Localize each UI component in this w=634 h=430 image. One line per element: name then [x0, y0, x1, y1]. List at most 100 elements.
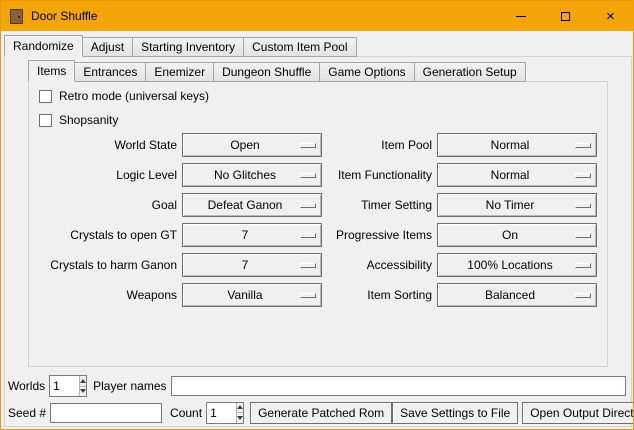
crystals-gt-dropdown[interactable]: 7	[182, 223, 322, 247]
timer-setting-label: Timer Setting	[331, 193, 432, 217]
seed-input[interactable]	[50, 403, 162, 423]
crystals-gt-label: Crystals to open GT	[31, 223, 177, 247]
item-sorting-dropdown[interactable]: Balanced	[437, 283, 597, 307]
weapons-label: Weapons	[31, 283, 177, 307]
dropdown-indicator-icon	[300, 293, 316, 298]
close-icon: ×	[606, 9, 615, 24]
minimize-button[interactable]	[498, 1, 543, 31]
logic-level-label: Logic Level	[31, 163, 177, 187]
crystals-ganon-label: Crystals to harm Ganon	[31, 253, 177, 277]
dropdown-indicator-icon	[575, 233, 591, 238]
inner-tab-bar: Items Entrances Enemizer Dungeon Shuffle…	[28, 60, 526, 82]
spin-down-icon[interactable]	[237, 412, 243, 423]
tab-label: Enemizer	[154, 65, 205, 79]
player-names-input[interactable]	[171, 376, 627, 396]
dropdown-value: No Timer	[486, 198, 549, 212]
dropdown-indicator-icon	[300, 263, 316, 268]
dropdown-indicator-icon	[300, 233, 316, 238]
weapons-dropdown[interactable]: Vanilla	[182, 283, 322, 307]
worlds-label: Worlds	[8, 379, 45, 393]
count-label: Count	[170, 406, 202, 420]
right-option-column: Item Pool Normal Item Functionality Norm…	[331, 133, 597, 307]
tab-label: Randomize	[13, 39, 74, 53]
accessibility-dropdown[interactable]: 100% Locations	[437, 253, 597, 277]
tab-label: Entrances	[83, 65, 137, 79]
dropdown-indicator-icon	[575, 263, 591, 268]
dropdown-value: Balanced	[485, 288, 549, 302]
tab-label: Game Options	[328, 65, 405, 79]
tab-adjust[interactable]: Adjust	[82, 37, 133, 57]
tab-enemizer[interactable]: Enemizer	[145, 62, 214, 82]
item-functionality-label: Item Functionality	[331, 163, 432, 187]
dropdown-indicator-icon	[575, 173, 591, 178]
dropdown-indicator-icon	[300, 203, 316, 208]
tab-generation-setup[interactable]: Generation Setup	[414, 62, 526, 82]
spin-up-icon[interactable]	[237, 403, 243, 413]
tab-label: Generation Setup	[423, 65, 517, 79]
world-state-dropdown[interactable]: Open	[182, 133, 322, 157]
count-input[interactable]	[207, 403, 236, 423]
spinner-buttons	[79, 376, 86, 396]
open-output-directory-button[interactable]: Open Output Directory	[522, 402, 634, 424]
dropdown-value: On	[502, 228, 532, 242]
goal-label: Goal	[31, 193, 177, 217]
spinner-buttons	[236, 403, 243, 423]
shopsanity-label: Shopsanity	[59, 113, 118, 127]
retro-mode-checkbox[interactable]	[39, 90, 52, 103]
dropdown-value: 7	[242, 228, 263, 242]
tab-entrances[interactable]: Entrances	[74, 62, 146, 82]
dropdown-indicator-icon	[575, 293, 591, 298]
player-names-label: Player names	[93, 379, 166, 393]
tab-label: Custom Item Pool	[252, 40, 347, 54]
tab-label: Starting Inventory	[141, 40, 235, 54]
item-pool-dropdown[interactable]: Normal	[437, 133, 597, 157]
maximize-icon	[561, 12, 570, 21]
save-settings-button[interactable]: Save Settings to File	[392, 402, 518, 424]
dropdown-indicator-icon	[300, 143, 316, 148]
dropdown-value: 7	[242, 258, 263, 272]
worlds-row: Worlds Player names	[8, 375, 626, 397]
dropdown-value: No Glitches	[214, 168, 290, 182]
generate-patched-rom-button[interactable]: Generate Patched Rom	[250, 402, 392, 424]
crystals-ganon-dropdown[interactable]: 7	[182, 253, 322, 277]
item-sorting-label: Item Sorting	[331, 283, 432, 307]
dropdown-value: 100% Locations	[467, 258, 566, 272]
goal-dropdown[interactable]: Defeat Ganon	[182, 193, 322, 217]
retro-mode-label: Retro mode (universal keys)	[59, 89, 209, 103]
dropdown-indicator-icon	[300, 173, 316, 178]
app-icon	[10, 9, 23, 24]
worlds-spinner	[49, 375, 87, 397]
worlds-input[interactable]	[50, 376, 79, 396]
item-functionality-dropdown[interactable]: Normal	[437, 163, 597, 187]
tab-randomize[interactable]: Randomize	[4, 35, 83, 57]
tab-game-options[interactable]: Game Options	[319, 62, 414, 82]
progressive-items-dropdown[interactable]: On	[437, 223, 597, 247]
dropdown-value: Open	[230, 138, 273, 152]
maximize-button[interactable]	[543, 1, 588, 31]
spin-up-icon[interactable]	[80, 376, 86, 386]
dropdown-value: Defeat Ganon	[208, 198, 297, 212]
count-spinner	[206, 402, 244, 424]
left-option-column: World State Open Logic Level No Glitches…	[31, 133, 322, 307]
progressive-items-label: Progressive Items	[331, 223, 432, 247]
accessibility-label: Accessibility	[331, 253, 432, 277]
tab-dungeon-shuffle[interactable]: Dungeon Shuffle	[213, 62, 320, 82]
dropdown-value: Normal	[491, 138, 544, 152]
spin-down-icon[interactable]	[80, 386, 86, 397]
minimize-icon	[516, 16, 526, 17]
close-button[interactable]: ×	[588, 1, 633, 31]
tab-custom-item-pool[interactable]: Custom Item Pool	[243, 37, 356, 57]
outer-tab-bar: Randomize Adjust Starting Inventory Cust…	[4, 35, 357, 57]
shopsanity-checkbox[interactable]	[39, 114, 52, 127]
retro-mode-row: Retro mode (universal keys)	[39, 89, 209, 103]
logic-level-dropdown[interactable]: No Glitches	[182, 163, 322, 187]
tab-items[interactable]: Items	[28, 60, 75, 82]
timer-setting-dropdown[interactable]: No Timer	[437, 193, 597, 217]
shopsanity-row: Shopsanity	[39, 113, 118, 127]
window-title: Door Shuffle	[31, 9, 98, 23]
seed-row: Seed # Count Generate Patched Rom Save S…	[8, 401, 626, 424]
tab-starting-inventory[interactable]: Starting Inventory	[132, 37, 244, 57]
tab-label: Adjust	[91, 40, 124, 54]
dropdown-value: Normal	[491, 168, 544, 182]
item-pool-label: Item Pool	[331, 133, 432, 157]
